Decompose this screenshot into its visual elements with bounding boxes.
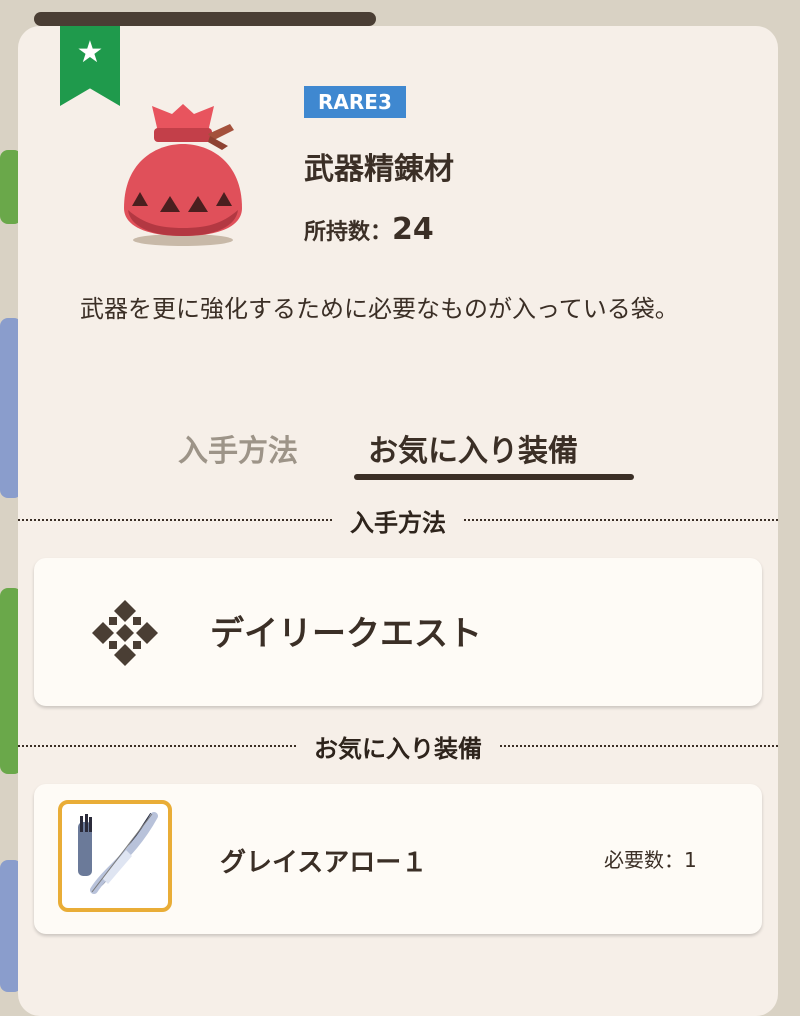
favorite-ribbon[interactable]: ★ (60, 26, 120, 106)
section-title: お気に入り装備 (314, 734, 482, 763)
section-header-favorites: お気に入り装備 (18, 726, 778, 766)
divider (18, 745, 296, 747)
star-icon: ★ (76, 35, 104, 70)
section-title: 入手方法 (350, 508, 446, 537)
daily-quest-icon (92, 600, 158, 666)
rarity-badge: RARE3 (304, 86, 406, 118)
item-description: 武器を更に強化するために必要なものが入っている袋。 (80, 295, 679, 323)
section-header-obtain: 入手方法 (18, 500, 778, 540)
active-tab-indicator (354, 474, 634, 480)
obtain-method-label: デイリークエスト (210, 614, 482, 654)
item-name: 武器精錬材 (304, 152, 454, 187)
favorite-equipment-card[interactable]: グレイスアロー１ 必要数：1 (34, 784, 762, 934)
divider (464, 519, 778, 521)
owned-count-label: 所持数： (304, 220, 393, 245)
tab-obtain-method[interactable]: 入手方法 (178, 426, 298, 470)
divider (18, 519, 332, 521)
owned-count-value: 24 (392, 212, 434, 247)
owned-count: 所持数：24 (304, 212, 434, 247)
bow-icon (78, 812, 158, 894)
tab-favorite-equipment[interactable]: お気に入り装備 (368, 426, 578, 470)
equipment-name: グレイスアロー１ (220, 848, 428, 878)
obtain-method-card[interactable]: デイリークエスト (34, 558, 762, 706)
pouch-icon (124, 104, 242, 246)
background-header-bar (34, 12, 376, 26)
divider (500, 745, 778, 747)
equipment-thumbnail (58, 800, 172, 912)
item-detail-panel: ★ RARE3 武器精錬材 所持数：24 武器を更に強化するために必要なものが入… (18, 26, 778, 1016)
required-count: 必要数：1 (604, 848, 697, 872)
